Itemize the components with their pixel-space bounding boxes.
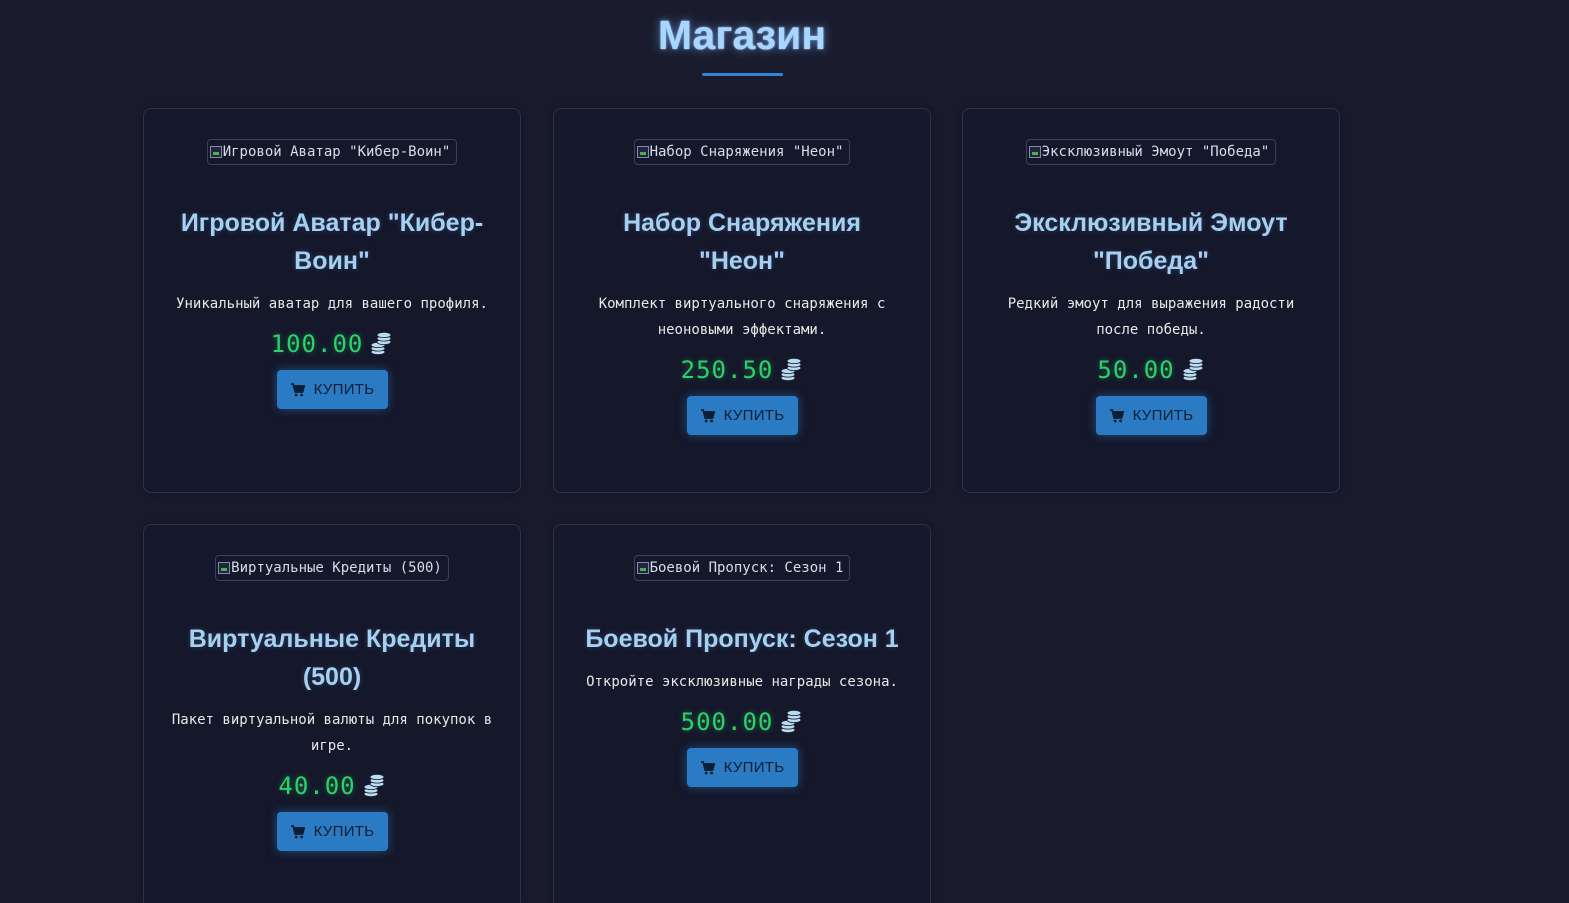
product-image: Виртуальные Кредиты (500) xyxy=(215,555,449,581)
product-title: Игровой Аватар "Кибер-Воин" xyxy=(180,209,484,275)
broken-image-icon xyxy=(218,562,231,574)
buy-button-label: КУПИТЬ xyxy=(723,759,785,776)
cart-icon xyxy=(290,824,305,838)
title-underline xyxy=(702,73,783,76)
product-description: Пакет виртуальной валюты для покупок в и… xyxy=(171,712,493,754)
broken-image-icon xyxy=(636,146,649,158)
product-image-alt: Игровой Аватар "Кибер-Воин" xyxy=(222,144,451,160)
price-value: 50.00 xyxy=(1097,356,1175,384)
product-title: Набор Снаряжения "Неон" xyxy=(623,209,861,275)
broken-image-icon xyxy=(636,562,649,574)
product-price: 500.00 xyxy=(681,708,804,736)
product-description: Комплект виртуального снаряжения с неоно… xyxy=(598,296,886,338)
cart-icon xyxy=(700,408,715,422)
cart-icon xyxy=(700,760,715,774)
coins-icon xyxy=(370,332,392,355)
buy-button[interactable]: КУПИТЬ xyxy=(686,396,798,435)
coins-icon xyxy=(780,710,802,733)
product-title: Боевой Пропуск: Сезон 1 xyxy=(585,625,899,653)
buy-button[interactable]: КУПИТЬ xyxy=(686,748,798,787)
coins-icon xyxy=(1182,358,1204,381)
product-price: 50.00 xyxy=(1097,356,1204,384)
product-image-alt: Боевой Пропуск: Сезон 1 xyxy=(649,560,844,576)
buy-button[interactable]: КУПИТЬ xyxy=(1095,396,1207,435)
product-title: Виртуальные Кредиты (500) xyxy=(188,625,476,691)
buy-button[interactable]: КУПИТЬ xyxy=(276,370,388,409)
product-card: Боевой Пропуск: Сезон 1 Боевой Пропуск: … xyxy=(553,524,931,903)
shop-page: Магазин Игровой Аватар "Кибер-Воин" Игро… xyxy=(0,0,1569,903)
product-card: Виртуальные Кредиты (500) Виртуальные Кр… xyxy=(143,524,521,903)
coins-icon xyxy=(363,774,385,797)
cart-icon xyxy=(290,382,305,396)
price-value: 500.00 xyxy=(680,708,774,736)
price-value: 40.00 xyxy=(278,772,356,800)
buy-button-label: КУПИТЬ xyxy=(1132,407,1194,424)
product-image-alt: Набор Снаряжения "Неон" xyxy=(649,144,844,160)
product-title: Эксклюзивный Эмоут "Победа" xyxy=(1014,209,1288,275)
buy-button-label: КУПИТЬ xyxy=(313,823,375,840)
product-image: Набор Снаряжения "Неон" xyxy=(633,139,851,165)
product-price: 250.50 xyxy=(681,356,804,384)
broken-image-icon xyxy=(1028,146,1041,158)
product-card: Набор Снаряжения "Неон" Набор Снаряжения… xyxy=(553,108,931,493)
coins-icon xyxy=(780,358,802,381)
price-value: 100.00 xyxy=(270,330,364,358)
product-image: Боевой Пропуск: Сезон 1 xyxy=(633,555,851,581)
product-image-alt: Эксклюзивный Эмоут "Победа" xyxy=(1041,144,1270,160)
price-value: 250.50 xyxy=(680,356,774,384)
product-card: Эксклюзивный Эмоут "Победа" Эксклюзивный… xyxy=(962,108,1340,493)
buy-button-label: КУПИТЬ xyxy=(313,381,375,398)
broken-image-icon xyxy=(209,146,222,158)
product-card: Игровой Аватар "Кибер-Воин" Игровой Ават… xyxy=(143,108,521,493)
buy-button[interactable]: КУПИТЬ xyxy=(276,812,388,851)
product-price: 40.00 xyxy=(278,772,385,800)
page-title: Магазин xyxy=(657,12,827,58)
product-description: Редкий эмоут для выражения радости после… xyxy=(1007,296,1295,338)
product-image: Игровой Аватар "Кибер-Воин" xyxy=(206,139,458,165)
buy-button-label: КУПИТЬ xyxy=(723,407,785,424)
product-price: 100.00 xyxy=(271,330,394,358)
product-image: Эксклюзивный Эмоут "Победа" xyxy=(1025,139,1277,165)
cart-icon xyxy=(1109,408,1124,422)
product-image-alt: Виртуальные Кредиты (500) xyxy=(231,560,442,576)
product-description: Откройте эксклюзивные награды сезона. xyxy=(586,674,898,690)
product-description: Уникальный аватар для вашего профиля. xyxy=(176,296,488,312)
